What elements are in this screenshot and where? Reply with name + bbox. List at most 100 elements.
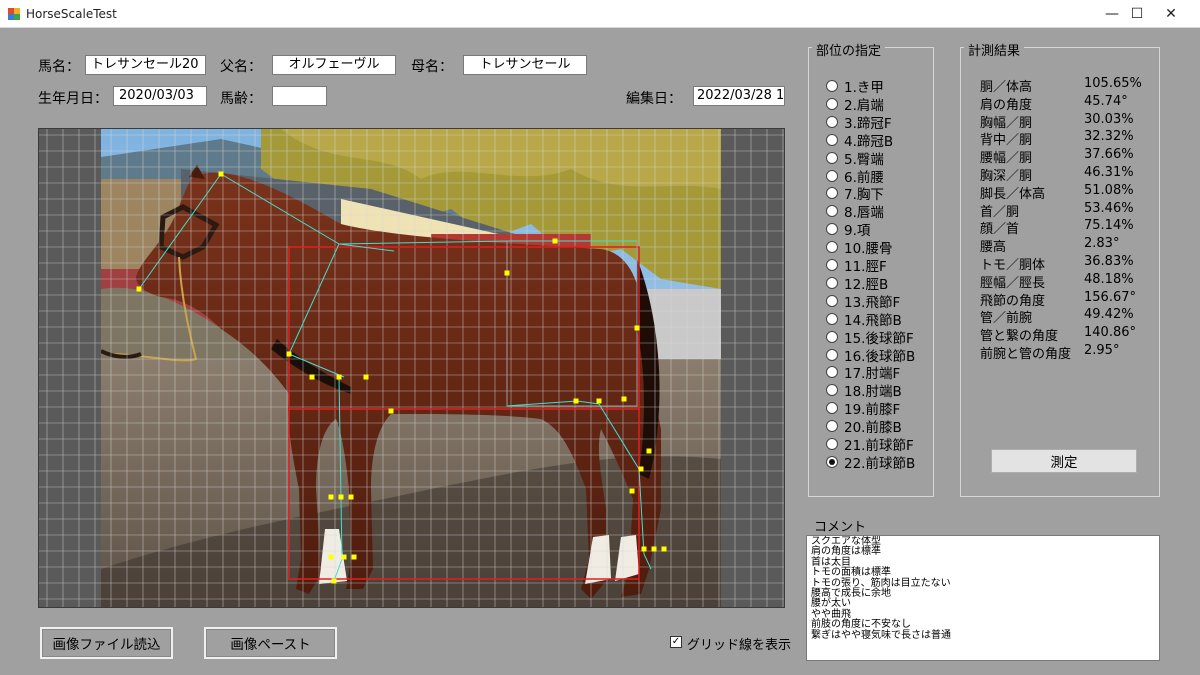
part-option[interactable]: 10.腰骨 xyxy=(826,238,892,257)
part-option[interactable]: 2.肩端 xyxy=(826,95,884,114)
landmark-marker xyxy=(351,554,357,560)
part-option[interactable]: 12.脛B xyxy=(826,274,888,293)
landmark-marker xyxy=(629,488,635,494)
landmark-marker xyxy=(328,554,334,560)
radio-button[interactable] xyxy=(826,133,838,146)
result-label: 脛幅／脛長 xyxy=(980,275,1046,291)
sire-label: 父名： xyxy=(220,59,262,75)
image-viewer[interactable] xyxy=(38,128,785,608)
part-option[interactable]: 19.前膝F xyxy=(826,399,900,418)
part-option[interactable]: 3.蹄冠F xyxy=(826,113,892,132)
part-option[interactable]: 14.飛節B xyxy=(826,310,902,329)
radio-button[interactable] xyxy=(826,420,838,433)
result-value: 2.95° xyxy=(1084,343,1120,358)
skeleton-line xyxy=(338,376,342,500)
results-title: 計測結果 xyxy=(964,40,1025,59)
radio-button[interactable] xyxy=(826,294,838,307)
horse-name-field[interactable]: トレサンセール20 xyxy=(85,55,206,75)
radio-button[interactable] xyxy=(826,259,838,271)
result-label: 腰高 xyxy=(980,240,1007,256)
comment-textarea[interactable]: スクエアな体型 肩の角度は標準 首は太目 トモの面積は標準 トモの張り、筋肉は目立たない… xyxy=(806,535,1160,661)
radio-button[interactable] xyxy=(826,402,838,415)
landmark-marker xyxy=(552,238,558,244)
grid-checkbox-label[interactable]: グリッド線を表示 xyxy=(687,634,791,653)
result-value: 46.31% xyxy=(1084,165,1134,180)
part-option[interactable]: 17.肘端F xyxy=(826,363,900,382)
edit-date-field[interactable]: 2022/03/28 13 xyxy=(693,86,785,106)
paste-image-button[interactable]: 画像ペースト xyxy=(204,627,337,659)
landmark-marker xyxy=(363,374,369,380)
birthdate-field[interactable]: 2020/03/03 xyxy=(113,86,207,106)
radio-button[interactable] xyxy=(826,223,838,236)
part-option[interactable]: 1.き甲 xyxy=(826,77,884,96)
result-label: 脚長／体高 xyxy=(980,186,1046,202)
result-label: 管と繋の角度 xyxy=(980,329,1059,345)
landmark-marker xyxy=(638,466,644,472)
radio-button[interactable] xyxy=(826,438,838,450)
comment-title: コメント xyxy=(814,520,867,535)
radio-button[interactable] xyxy=(826,348,838,361)
radio-button[interactable] xyxy=(826,151,838,164)
sire-field[interactable]: オルフェーヴル xyxy=(272,55,396,75)
radio-button[interactable] xyxy=(826,330,838,343)
part-option[interactable]: 8.唇端 xyxy=(826,202,884,221)
part-option[interactable]: 5.臀端 xyxy=(826,149,884,168)
part-option[interactable]: 16.後球節B xyxy=(826,346,915,365)
part-option-label: 22.前球節B xyxy=(844,455,916,472)
measure-button[interactable]: 測定 xyxy=(991,449,1137,473)
part-option[interactable]: 11.脛F xyxy=(826,256,887,275)
skeleton-line xyxy=(338,240,510,245)
landmark-marker xyxy=(338,494,344,500)
radio-button[interactable] xyxy=(826,97,838,110)
result-label: 顔／首 xyxy=(980,222,1020,238)
close-icon[interactable]: ✕ xyxy=(1148,0,1194,28)
part-option[interactable]: 21.前球節F xyxy=(826,435,914,454)
edit-date-label: 編集日： xyxy=(626,91,682,107)
grid-checkbox[interactable]: ✓ xyxy=(670,636,682,648)
skeleton-line xyxy=(138,173,222,290)
radio-button[interactable] xyxy=(826,115,838,128)
part-option[interactable]: 7.胸下 xyxy=(826,184,884,203)
landmark-marker xyxy=(348,494,354,500)
landmark-marker xyxy=(596,398,602,404)
measurement-overlay[interactable] xyxy=(39,129,785,608)
result-value: 105.65% xyxy=(1084,76,1142,91)
result-label: 飛節の角度 xyxy=(980,293,1046,309)
part-option[interactable]: 20.前膝B xyxy=(826,417,902,436)
radio-button[interactable] xyxy=(826,455,838,468)
dam-label: 母名： xyxy=(411,59,453,75)
part-option[interactable]: 22.前球節B xyxy=(826,453,916,472)
radio-button[interactable] xyxy=(826,205,838,218)
radio-button[interactable] xyxy=(826,169,838,182)
landmark-marker xyxy=(286,351,292,357)
skeleton-line xyxy=(340,498,343,560)
landmark-marker xyxy=(218,171,224,177)
result-value: 32.32% xyxy=(1084,129,1134,145)
radio-button[interactable] xyxy=(826,80,838,92)
landmark-marker xyxy=(331,578,337,584)
age-field[interactable] xyxy=(272,86,327,106)
skeleton-line xyxy=(598,403,640,470)
result-label: 胸深／胴 xyxy=(980,169,1033,184)
radio-button[interactable] xyxy=(826,187,838,200)
part-option[interactable]: 15.後球節F xyxy=(826,328,914,347)
load-image-button[interactable]: 画像ファイル読込 xyxy=(40,627,173,659)
skeleton-line xyxy=(288,353,345,378)
radio-button[interactable] xyxy=(826,241,838,254)
radio-button[interactable] xyxy=(826,312,838,325)
part-option[interactable]: 18.肘端B xyxy=(826,381,902,400)
radio-button[interactable] xyxy=(826,384,838,397)
result-value: 140.86° xyxy=(1084,325,1136,341)
result-label: トモ／胴体 xyxy=(980,258,1046,273)
result-value: 156.67° xyxy=(1084,289,1136,305)
radio-button[interactable] xyxy=(826,366,838,379)
part-option[interactable]: 13.飛節F xyxy=(826,292,900,311)
result-value: 51.08% xyxy=(1084,182,1134,198)
window-title: HorseScaleTest xyxy=(26,7,117,21)
part-option[interactable]: 4.蹄冠B xyxy=(826,131,893,150)
dam-field[interactable]: トレサンセール xyxy=(463,55,587,75)
part-option[interactable]: 9.項 xyxy=(826,220,870,239)
radio-button[interactable] xyxy=(826,276,838,289)
part-option[interactable]: 6.前腰 xyxy=(826,167,884,186)
result-value: 36.83% xyxy=(1084,254,1134,269)
